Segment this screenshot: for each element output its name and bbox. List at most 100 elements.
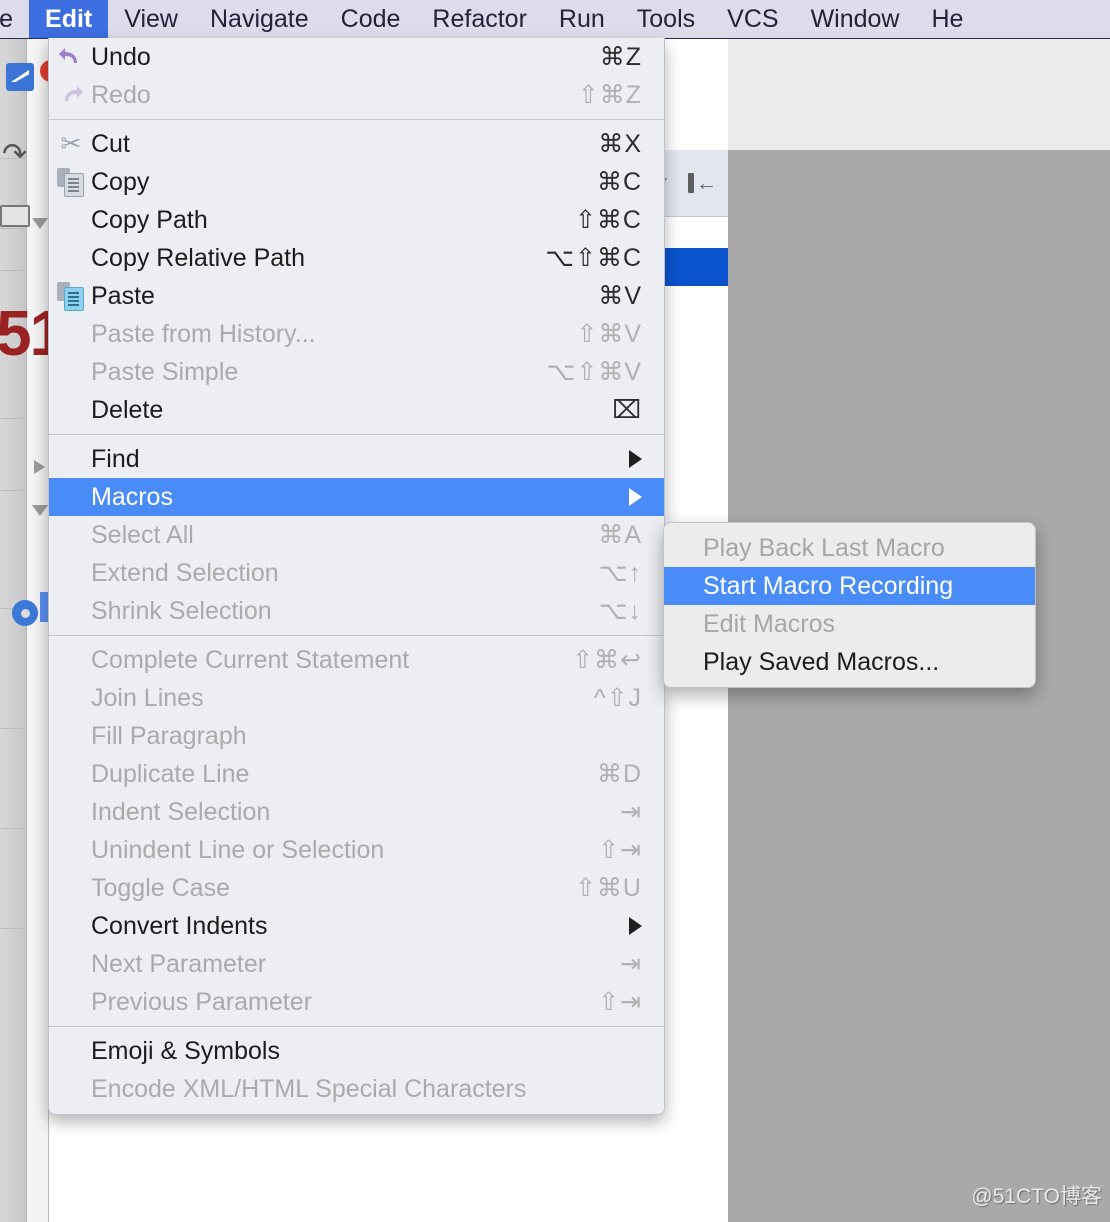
menu-item-label: Extend Selection bbox=[91, 558, 279, 587]
redo-icon bbox=[57, 81, 85, 109]
panel-rect-icon[interactable] bbox=[0, 205, 30, 227]
menu-item-shortcut: ⇧⌘V bbox=[576, 320, 642, 348]
menu-item-label: Paste Simple bbox=[91, 357, 239, 386]
menu-item-redo[interactable]: Redo ⇧⌘Z bbox=[49, 76, 664, 114]
menu-item-shortcut: ⌘A bbox=[598, 521, 642, 549]
menu-item-shortcut: ⇧⌘↩ bbox=[572, 646, 642, 674]
menu-item-paste-from-history[interactable]: Paste from History... ⇧⌘V bbox=[49, 315, 664, 353]
menu-item-paste[interactable]: Paste ⌘V bbox=[49, 277, 664, 315]
submenu-item-play-back-last-macro[interactable]: Play Back Last Macro bbox=[664, 529, 1035, 567]
menu-item-label: Select All bbox=[91, 520, 194, 549]
macros-submenu: Play Back Last Macro Start Macro Recordi… bbox=[663, 522, 1036, 688]
menu-item-extend-selection[interactable]: Extend Selection ⌥↑ bbox=[49, 554, 664, 592]
menu-item-label: Shrink Selection bbox=[91, 596, 272, 625]
submenu-item-label: Play Saved Macros... bbox=[703, 647, 940, 676]
menu-item-shortcut: ⌥⇧⌘V bbox=[546, 358, 642, 386]
menubar-item-navigate[interactable]: Navigate bbox=[194, 0, 325, 38]
menu-item-shortcut: ⌥↓ bbox=[598, 597, 642, 625]
menu-item-find[interactable]: Find bbox=[49, 440, 664, 478]
ide-top-right-panel bbox=[728, 38, 1110, 151]
menu-separator bbox=[49, 434, 664, 435]
chevron-right-icon bbox=[629, 450, 642, 468]
menu-item-copy-path[interactable]: Copy Path ⇧⌘C bbox=[49, 201, 664, 239]
menu-item-join-lines[interactable]: Join Lines ^⇧J bbox=[49, 679, 664, 717]
menubar-item-file[interactable]: ile bbox=[0, 0, 29, 38]
menubar-item-view[interactable]: View bbox=[108, 0, 194, 38]
menu-item-shortcut: ⌘C bbox=[596, 168, 642, 196]
menu-item-delete[interactable]: Delete ⌧ bbox=[49, 391, 664, 429]
submenu-item-play-saved-macros[interactable]: Play Saved Macros... bbox=[664, 643, 1035, 681]
menu-item-label: Find bbox=[91, 444, 140, 473]
menubar-item-window[interactable]: Window bbox=[795, 0, 916, 38]
menu-item-shortcut: ⌘D bbox=[596, 760, 642, 788]
menu-item-shortcut: ⇥ bbox=[620, 798, 642, 826]
jump-to-source-icon[interactable]: ← bbox=[686, 170, 722, 196]
watermark-text: @51CTO博客 bbox=[971, 1185, 1102, 1208]
menu-item-label: Emoji & Symbols bbox=[91, 1036, 280, 1065]
menu-item-copy[interactable]: Copy ⌘C bbox=[49, 163, 664, 201]
menu-item-previous-parameter[interactable]: Previous Parameter ⇧⇥ bbox=[49, 983, 664, 1021]
menu-item-indent-selection[interactable]: Indent Selection ⇥ bbox=[49, 793, 664, 831]
menu-item-label: Macros bbox=[91, 482, 173, 511]
ide-tool-panel bbox=[27, 38, 49, 1222]
menu-item-emoji-and-symbols[interactable]: Emoji & Symbols bbox=[49, 1032, 664, 1070]
menu-item-copy-relative-path[interactable]: Copy Relative Path ⌥⇧⌘C bbox=[49, 239, 664, 277]
menu-item-label: Paste from History... bbox=[91, 319, 316, 348]
menu-separator bbox=[49, 635, 664, 636]
menu-item-cut[interactable]: ✂ Cut ⌘X bbox=[49, 125, 664, 163]
menu-item-macros[interactable]: Macros bbox=[49, 478, 664, 516]
menu-item-label: Next Parameter bbox=[91, 949, 267, 978]
menu-item-shortcut: ⇧⌘C bbox=[574, 206, 642, 234]
menu-item-shortcut: ⇧⇥ bbox=[598, 988, 642, 1016]
submenu-item-label: Play Back Last Macro bbox=[703, 533, 945, 562]
menubar-item-tools[interactable]: Tools bbox=[621, 0, 711, 38]
menu-item-shrink-selection[interactable]: Shrink Selection ⌥↓ bbox=[49, 592, 664, 630]
menubar-item-help[interactable]: He bbox=[915, 0, 979, 38]
menu-item-unindent-line-or-selection[interactable]: Unindent Line or Selection ⇧⇥ bbox=[49, 831, 664, 869]
menu-item-shortcut: ⌘V bbox=[598, 282, 642, 310]
menu-item-next-parameter[interactable]: Next Parameter ⇥ bbox=[49, 945, 664, 983]
menubar-item-run[interactable]: Run bbox=[543, 0, 621, 38]
menu-item-encode-xml-html-special-characters[interactable]: Encode XML/HTML Special Characters bbox=[49, 1070, 664, 1108]
menubar-item-code[interactable]: Code bbox=[325, 0, 417, 38]
menu-item-label: Duplicate Line bbox=[91, 759, 250, 788]
breakpoint-dot-icon[interactable] bbox=[12, 600, 38, 626]
menubar-item-refactor[interactable]: Refactor bbox=[416, 0, 542, 38]
chevron-right-icon bbox=[629, 488, 642, 506]
menu-separator bbox=[49, 119, 664, 120]
menubar-item-vcs[interactable]: VCS bbox=[711, 0, 794, 38]
copy-icon bbox=[57, 168, 85, 197]
menu-item-duplicate-line[interactable]: Duplicate Line ⌘D bbox=[49, 755, 664, 793]
menu-item-shortcut: ⌘Z bbox=[599, 43, 642, 71]
menu-item-label: Cut bbox=[91, 129, 130, 158]
menu-item-label: Indent Selection bbox=[91, 797, 271, 826]
menu-item-label: Convert Indents bbox=[91, 911, 268, 940]
menu-item-fill-paragraph[interactable]: Fill Paragraph bbox=[49, 717, 664, 755]
menu-item-select-all[interactable]: Select All ⌘A bbox=[49, 516, 664, 554]
menu-item-shortcut: ⌘X bbox=[598, 130, 642, 158]
chevron-right-icon bbox=[629, 917, 642, 935]
menu-item-toggle-case[interactable]: Toggle Case ⇧⌘U bbox=[49, 869, 664, 907]
menu-item-label: Redo bbox=[91, 80, 151, 109]
menu-item-label: Unindent Line or Selection bbox=[91, 835, 385, 864]
menu-item-paste-simple[interactable]: Paste Simple ⌥⇧⌘V bbox=[49, 353, 664, 391]
chevron-down-icon-2[interactable] bbox=[32, 505, 48, 516]
menu-item-undo[interactable]: Undo ⌘Z bbox=[49, 38, 664, 76]
chevron-right-icon[interactable] bbox=[34, 460, 45, 474]
submenu-item-start-macro-recording[interactable]: Start Macro Recording bbox=[664, 567, 1035, 605]
submenu-item-edit-macros[interactable]: Edit Macros bbox=[664, 605, 1035, 643]
menu-item-complete-current-statement[interactable]: Complete Current Statement ⇧⌘↩ bbox=[49, 641, 664, 679]
menu-item-convert-indents[interactable]: Convert Indents bbox=[49, 907, 664, 945]
menu-item-shortcut: ⌧ bbox=[612, 396, 642, 424]
chevron-down-icon-1[interactable] bbox=[32, 218, 48, 229]
menu-item-shortcut: ^⇧J bbox=[593, 684, 642, 712]
submenu-item-label: Edit Macros bbox=[703, 609, 835, 638]
menu-item-label: Copy Path bbox=[91, 205, 208, 234]
menu-separator bbox=[49, 1026, 664, 1027]
edit-dropdown-menu: Undo ⌘Z Redo ⇧⌘Z ✂ Cut ⌘X Copy ⌘C Copy P… bbox=[48, 38, 665, 1115]
menu-item-label: Undo bbox=[91, 42, 151, 71]
refresh-arrow-icon[interactable]: ↷ bbox=[2, 140, 32, 170]
menu-item-label: Previous Parameter bbox=[91, 987, 312, 1016]
menubar-item-edit[interactable]: Edit bbox=[29, 0, 109, 38]
edit-pen-icon[interactable] bbox=[6, 63, 34, 91]
